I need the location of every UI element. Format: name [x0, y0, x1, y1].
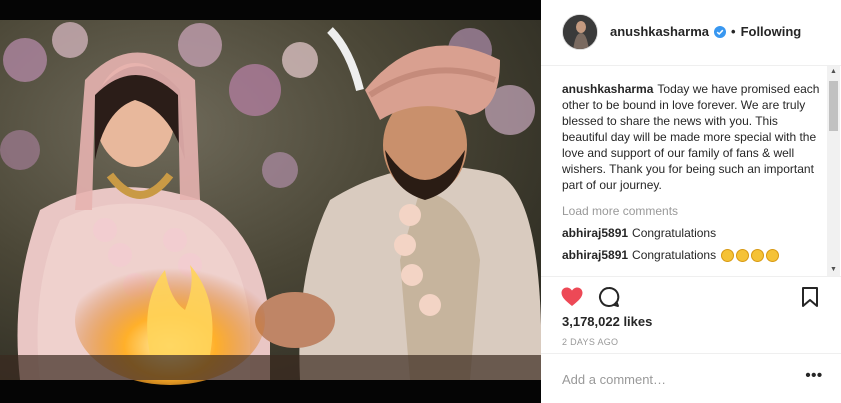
add-comment-bar: •••: [541, 353, 841, 403]
header-username[interactable]: anushkasharma: [610, 24, 709, 39]
emoji-icon: [721, 249, 735, 262]
comment-item: abhiraj5891 Congratulations: [562, 225, 824, 241]
emoji-icon: [766, 249, 780, 262]
comment-icon[interactable]: [597, 285, 621, 309]
action-bar: [541, 276, 841, 316]
comments-section: anushkasharma Today we have promised each…: [541, 66, 841, 276]
heart-icon[interactable]: [560, 285, 584, 309]
post-header: anushkasharma • Following: [541, 0, 841, 66]
add-comment-input[interactable]: [562, 369, 792, 389]
post-photo[interactable]: [0, 0, 541, 403]
emoji-icon: [736, 249, 750, 262]
caption-text: Today we have promised each other to be …: [562, 82, 820, 192]
scroll-down-arrow-icon[interactable]: ▼: [827, 264, 840, 276]
avatar[interactable]: [562, 14, 598, 50]
scroll-up-arrow-icon[interactable]: ▲: [827, 66, 840, 78]
more-options-icon[interactable]: •••: [804, 368, 824, 387]
comment-emojis: [721, 249, 780, 262]
emoji-icon: [751, 249, 765, 262]
following-button[interactable]: Following: [741, 24, 802, 39]
comment-username[interactable]: abhiraj5891: [562, 226, 628, 240]
comment-text: Congratulations: [632, 248, 717, 262]
load-more-comments-button[interactable]: Load more comments: [562, 203, 824, 219]
comment-text: Congratulations: [632, 226, 717, 240]
bookmark-icon[interactable]: [798, 285, 822, 309]
wedding-photo: [0, 20, 541, 385]
comment-username[interactable]: abhiraj5891: [562, 248, 628, 262]
post-timestamp[interactable]: 2 DAYS AGO: [562, 337, 618, 347]
caption-username[interactable]: anushkasharma: [562, 82, 653, 96]
post-side-panel: anushkasharma • Following anushkasharma T…: [541, 0, 841, 403]
caption: anushkasharma Today we have promised each…: [562, 81, 824, 193]
verified-badge-icon: [714, 25, 726, 38]
scrollbar-thumb[interactable]: [829, 81, 838, 131]
comment-item: abhiraj5891 Congratulations: [562, 247, 824, 263]
header-separator: •: [731, 24, 736, 39]
comments-scrollbar[interactable]: ▲ ▼: [827, 66, 840, 276]
likes-count[interactable]: 3,178,022 likes: [562, 314, 652, 329]
